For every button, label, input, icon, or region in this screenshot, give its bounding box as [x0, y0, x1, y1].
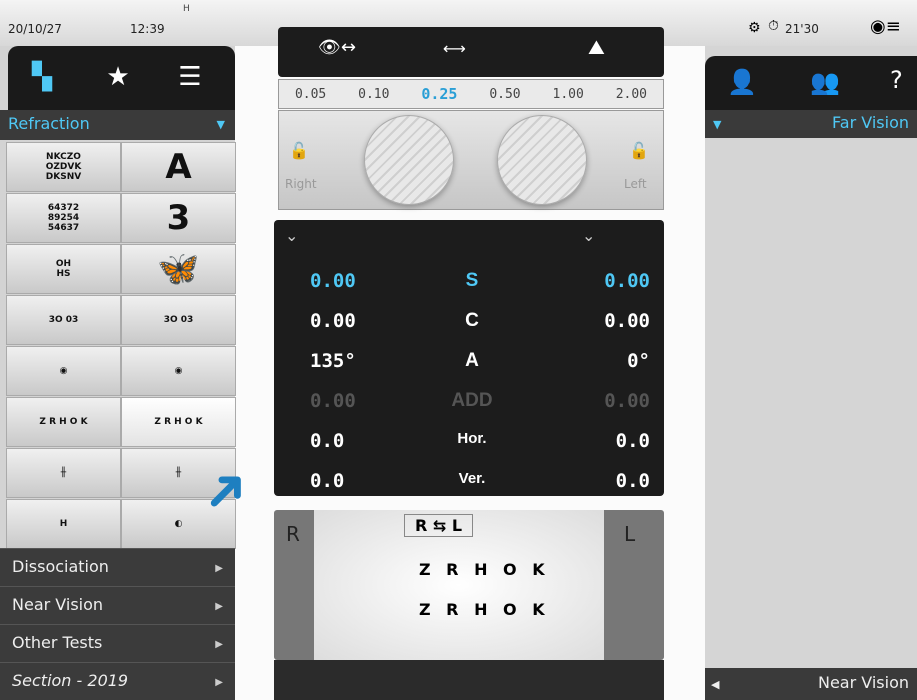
chevron-down-icon: ▼	[713, 118, 722, 131]
row-mid[interactable]: Ver.	[442, 470, 502, 487]
chevron-down-icon[interactable]: ⌄	[582, 226, 595, 245]
test-cell[interactable]: ╫	[6, 448, 121, 498]
test-cell[interactable]: OH HS	[6, 244, 121, 294]
chart-line-2: Z R H O K	[419, 600, 550, 619]
gear-icon[interactable]: ⚙	[748, 20, 761, 36]
chart-line-1: Z R H O K	[419, 560, 550, 579]
near-vision-button[interactable]: ◀ Near Vision	[705, 668, 917, 700]
row-left[interactable]: 0.00	[310, 270, 356, 292]
menu-dissociation[interactable]: Dissociation ▶	[0, 548, 235, 586]
refraction-row: 0.00 S 0.00	[280, 262, 660, 302]
pd-icon[interactable]: ⟷	[443, 39, 466, 58]
scale-step[interactable]: 0.50	[489, 87, 520, 102]
test-cell[interactable]: 3O 03	[6, 295, 121, 345]
grid-view-icon[interactable]: ▚	[12, 52, 72, 102]
scale-step[interactable]: 2.00	[616, 87, 647, 102]
test-cell[interactable]: 🦋	[121, 244, 236, 294]
row-mid[interactable]: C	[442, 310, 502, 332]
scale-step[interactable]: 1.00	[553, 87, 584, 102]
h-marker: H	[183, 4, 190, 14]
scale-step[interactable]: 0.25	[421, 85, 457, 103]
test-cell[interactable]: Z R H O K	[6, 397, 121, 447]
row-left[interactable]: 0.00	[310, 390, 356, 412]
row-left[interactable]: 0.0	[310, 430, 344, 452]
right-panel	[705, 46, 917, 700]
lens-panel: Right Left 🔓 🔓	[278, 110, 664, 210]
stopwatch-icon: ⏱	[768, 18, 779, 34]
lock-icon[interactable]: 🔓	[289, 141, 309, 160]
menu-near-vision[interactable]: Near Vision ▶	[0, 586, 235, 624]
test-cell[interactable]: A	[121, 142, 236, 192]
patient-icon[interactable]: 👤	[727, 68, 757, 96]
r-label: R	[286, 522, 300, 546]
date-label: 20/10/27	[8, 22, 62, 36]
row-left[interactable]: 0.0	[310, 470, 344, 492]
row-right[interactable]: 0.0	[616, 470, 650, 492]
row-right[interactable]: 0.0	[616, 430, 650, 452]
list-icon[interactable]: ☰	[160, 52, 220, 102]
test-preview: R L R ⇆ L Z R H O K Z R H O K	[274, 510, 664, 660]
near-vision-label: Near Vision	[817, 673, 909, 692]
refraction-row: 0.0 Ver. 0.0	[280, 462, 660, 502]
chevron-left-icon: ◀	[711, 678, 720, 691]
refraction-row: 0.00 C 0.00	[280, 302, 660, 342]
left-lens[interactable]	[497, 115, 587, 205]
test-cell[interactable]: ◉	[6, 346, 121, 396]
row-mid[interactable]: S	[442, 270, 502, 292]
row-mid[interactable]: Hor.	[442, 430, 502, 447]
right-lens[interactable]	[364, 115, 454, 205]
test-cell[interactable]: ◉	[121, 346, 236, 396]
left-label: Left	[624, 177, 647, 191]
right-label: Right	[285, 177, 317, 191]
binocular-icon[interactable]: 👁↔	[318, 37, 356, 58]
occluder-toolbar: 👁↔ ⟷ ⛰	[278, 27, 664, 77]
test-cell[interactable]: 64372 89254 54637	[6, 193, 121, 243]
row-mid[interactable]: ADD	[442, 390, 502, 412]
refraction-row: 0.00 ADD 0.00	[280, 382, 660, 422]
refraction-row: 0.0 Hor. 0.0	[280, 422, 660, 462]
test-cell[interactable]: Z R H O K	[121, 397, 236, 447]
scale-step[interactable]: 0.10	[358, 87, 389, 102]
selector-label: Refraction	[8, 114, 90, 133]
menu-icon[interactable]: ◉≡	[870, 16, 901, 37]
row-right[interactable]: 0.00	[604, 270, 650, 292]
far-vision-selector[interactable]: ▼ Far Vision	[705, 110, 917, 138]
refraction-selector[interactable]: Refraction ▼	[0, 110, 235, 140]
test-cell[interactable]: 3	[121, 193, 236, 243]
history-icon[interactable]: 👥	[810, 68, 840, 96]
help-icon[interactable]: ?	[890, 66, 903, 94]
chevron-down-icon: ▼	[216, 118, 225, 131]
scale-step[interactable]: 0.05	[295, 87, 326, 102]
lock-icon[interactable]: 🔓	[629, 141, 649, 160]
row-right[interactable]: 0.00	[604, 310, 650, 332]
l-label: L	[624, 522, 636, 546]
row-left[interactable]: 135°	[310, 350, 356, 372]
refraction-row: 135° A 0°	[280, 342, 660, 382]
fogging-icon[interactable]: ⛰	[588, 35, 605, 59]
menu-section[interactable]: Section - 2019 ▶	[0, 662, 235, 700]
row-right[interactable]: 0°	[627, 350, 650, 372]
row-right[interactable]: 0.00	[604, 390, 650, 412]
time-label: 12:39	[130, 22, 165, 36]
chevron-down-icon[interactable]: ⌄	[285, 226, 298, 245]
timer-label: 21'30	[785, 22, 819, 36]
star-icon[interactable]: ★	[88, 52, 148, 102]
menu-other-tests[interactable]: Other Tests ▶	[0, 624, 235, 662]
test-cell[interactable]: H	[6, 499, 121, 549]
test-cell[interactable]: 3O 03	[121, 295, 236, 345]
bottom-bar	[274, 660, 664, 700]
step-scale[interactable]: 0.05 0.10 0.25 0.50 1.00 2.00	[278, 79, 664, 109]
far-vision-label: Far Vision	[832, 113, 909, 132]
test-cell[interactable]: NKCZO OZDVK DKSNV	[6, 142, 121, 192]
row-left[interactable]: 0.00	[310, 310, 356, 332]
swap-button[interactable]: R ⇆ L	[404, 514, 474, 537]
row-mid[interactable]: A	[442, 350, 502, 372]
right-tabs: 👤 👥 ?	[705, 56, 917, 112]
